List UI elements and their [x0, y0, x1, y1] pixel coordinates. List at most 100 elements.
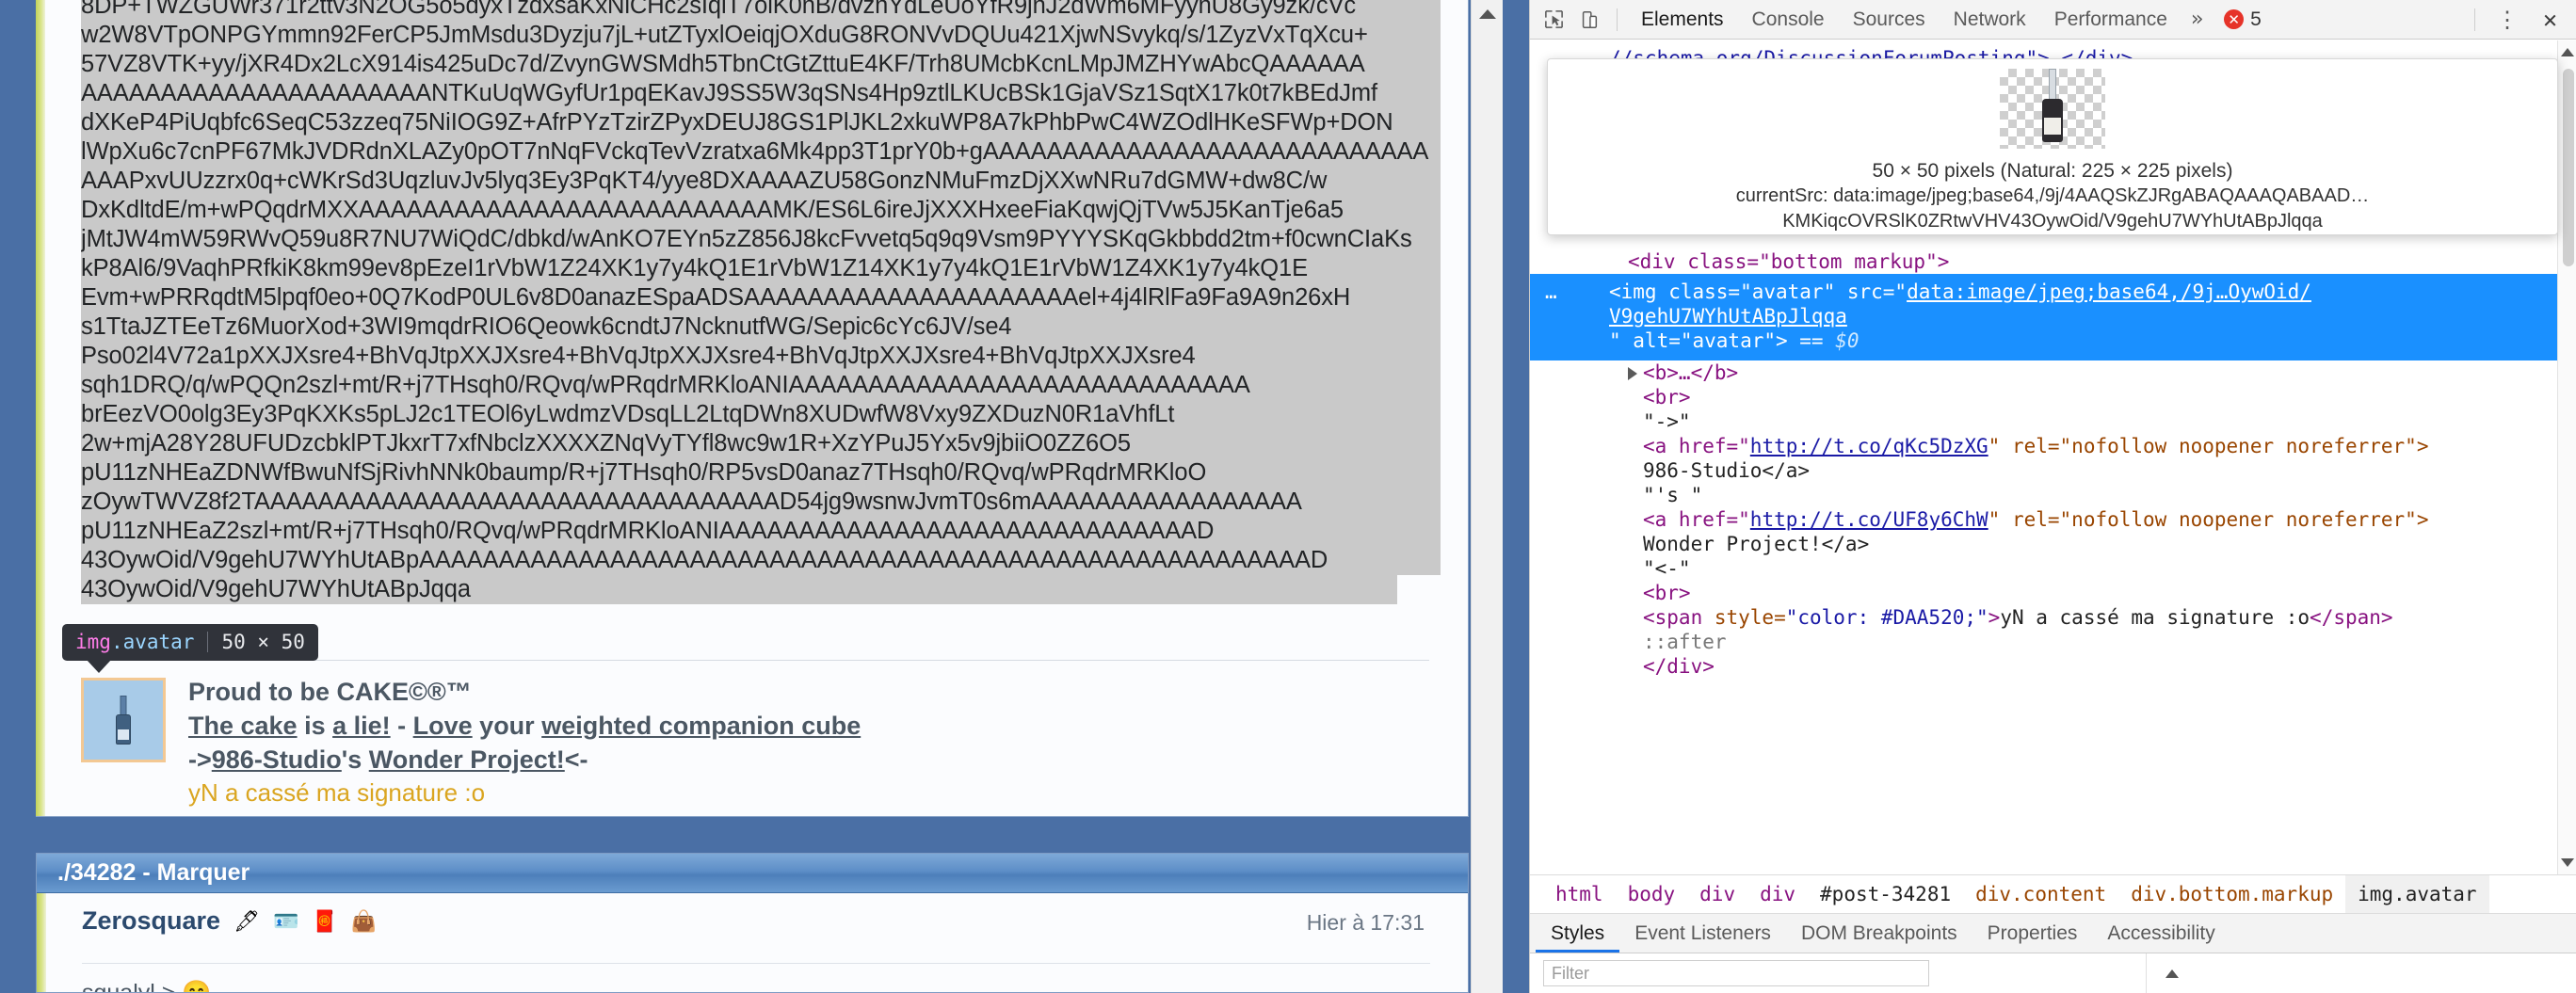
- dom-row[interactable]: <b>…</b>: [1530, 360, 2576, 385]
- signature-link[interactable]: Love: [413, 712, 473, 740]
- more-tabs-icon[interactable]: »: [2182, 8, 2213, 31]
- signature-text: -: [391, 712, 413, 740]
- dom-text: >: [1988, 606, 2001, 629]
- signature-link[interactable]: a lie!: [332, 712, 391, 740]
- image-src-line-1: currentSrc: data:image/jpeg;base64,/9j/4…: [1736, 184, 2370, 209]
- markup-line: DxKdltdE/m+wPQqdrMXXAAAAAAAAAAAAAAAAAAAA…: [81, 196, 1441, 225]
- dom-row[interactable]: "->": [1530, 409, 2576, 434]
- browser-page-viewport: 8DP+TWZGUWr371r2ttv3N2OG5o5dyxTzdxsaKxNl…: [0, 0, 1529, 993]
- markup-line: 8DP+TWZGUWr371r2ttv3N2OG5o5dyxTzdxsaKxNl…: [81, 0, 1441, 21]
- bottle-preview-icon: [2042, 69, 2063, 142]
- breadcrumb-item-div[interactable]: div: [1747, 875, 1808, 913]
- base64-markup-text: 8DP+TWZGUWr371r2ttv3N2OG5o5dyxTzdxsaKxNl…: [81, 0, 1441, 604]
- post-author-row: Zerosquare 🖋 🪪 🧧 👜: [82, 906, 1430, 936]
- dom-row[interactable]: "<-": [1530, 556, 2576, 581]
- dom-row[interactable]: <span style="color: #DAA520;">yN a cassé…: [1530, 605, 2576, 630]
- devtools-sub-tab-list: StylesEvent ListenersDOM BreakpointsProp…: [1530, 914, 2576, 953]
- tab-performance[interactable]: Performance: [2040, 0, 2182, 39]
- markup-line: brEezVO0olg3Ey3PqKXKs5pLJ2c1TEOl6yLwdmzV…: [81, 400, 1441, 429]
- markup-line: 2w+mjA28Y28UFUDzcbklPTJkxrT7xfNbclzXXXXZ…: [81, 429, 1441, 458]
- dom-row[interactable]: ::after: [1530, 630, 2576, 654]
- bag-icon[interactable]: 👜: [351, 911, 377, 932]
- avatar[interactable]: [81, 678, 166, 762]
- tab-network[interactable]: Network: [1940, 0, 2040, 39]
- dom-row[interactable]: "'s ": [1530, 483, 2576, 507]
- image-preview-popover: 50 × 50 pixels (Natural: 225 × 225 pixel…: [1547, 58, 2558, 235]
- profile-card-icon[interactable]: 🪪: [273, 911, 298, 932]
- error-badge[interactable]: ✕ 5: [2224, 8, 2262, 31]
- dom-row[interactable]: <br>: [1530, 385, 2576, 409]
- dom-text: Wonder Project!</a>: [1643, 533, 1869, 555]
- markup-line: lWpXu6c7cnPF67MkJVDRdnXLAZy0pOT7nNqFVckq…: [81, 137, 1441, 167]
- dom-tree-scrollbar[interactable]: [2557, 40, 2576, 874]
- markup-line: 43OywOid/V9gehU7WYhUtABpJqqa: [81, 575, 1397, 604]
- tab-sources[interactable]: Sources: [1839, 0, 1940, 39]
- subtab-styles[interactable]: Styles: [1536, 914, 1619, 953]
- dom-selected-row-img-avatar[interactable]: … <img class="avatar" src="data:image/jp…: [1530, 274, 2576, 360]
- scrollbar-thumb[interactable]: [2563, 69, 2574, 266]
- dom-text: " rel="nofollow noopener noreferrer">: [1988, 435, 2429, 457]
- breadcrumb-item-div-content[interactable]: div.content: [1963, 875, 2118, 913]
- dom-href-link[interactable]: http://t.co/qKc5DzXG: [1750, 435, 1988, 457]
- flame-icon[interactable]: 🧧: [312, 911, 337, 932]
- close-icon[interactable]: ✕: [2530, 6, 2570, 33]
- img-src-link-part2[interactable]: V9gehU7WYhUtABpJlqqa: [1609, 305, 1847, 328]
- styles-scroll-up-icon[interactable]: [2165, 969, 2179, 978]
- dom-text: " rel="nofollow noopener noreferrer">: [1988, 508, 2429, 531]
- subtab-accessibility[interactable]: Accessibility: [2092, 914, 2230, 953]
- breadcrumb-item--post-34281[interactable]: #post-34281: [1808, 875, 1963, 913]
- tab-console[interactable]: Console: [1738, 0, 1839, 39]
- bottle-icon: [116, 696, 131, 745]
- styles-pane-header: Filter: [1530, 953, 2576, 993]
- post-title-bar[interactable]: ./34282 - Marquer: [37, 854, 1468, 893]
- dom-row[interactable]: 986-Studio</a>: [1530, 458, 2576, 483]
- signature-link[interactable]: Wonder Project!: [369, 745, 565, 774]
- dom-line-bottom-markup[interactable]: <div class="bottom markup">: [1530, 249, 2576, 274]
- devtools-toolbar: ElementsConsoleSourcesNetworkPerformance…: [1530, 0, 2576, 40]
- dom-text: </span>: [2310, 606, 2393, 629]
- more-options-icon[interactable]: ⋮: [2485, 7, 2530, 33]
- styles-filter-input[interactable]: Filter: [1543, 960, 1929, 986]
- signature-link[interactable]: weighted companion cube: [541, 712, 861, 740]
- device-toolbar-icon[interactable]: [1571, 4, 1607, 36]
- img-alt-attr: " alt="avatar"> ==: [1609, 329, 1835, 352]
- breadcrumb-item-div[interactable]: div: [1687, 875, 1747, 913]
- subtab-event-listeners[interactable]: Event Listeners: [1619, 914, 1786, 953]
- subtab-dom-breakpoints[interactable]: DOM Breakpoints: [1786, 914, 1972, 953]
- dom-row[interactable]: </div>: [1530, 654, 2576, 679]
- markup-line: dXKeP4PiUqbfc6SeqC53zzeq75NiIOG9Z+AfrPYz…: [81, 108, 1441, 137]
- signature-text: ->: [188, 745, 212, 774]
- badge-class-name: .avatar: [111, 630, 195, 654]
- dom-row[interactable]: <a href="http://t.co/UF8y6ChW" rel="nofo…: [1530, 507, 2576, 532]
- dom-text: </div>: [1643, 655, 1715, 678]
- dom-row[interactable]: <br>: [1530, 581, 2576, 605]
- dom-row[interactable]: Wonder Project!</a>: [1530, 532, 2576, 556]
- breadcrumb-item-img-avatar[interactable]: img.avatar: [2345, 875, 2488, 913]
- scroll-up-icon[interactable]: [1479, 9, 1496, 19]
- breadcrumb-item-html[interactable]: html: [1543, 875, 1616, 913]
- subtab-properties[interactable]: Properties: [1972, 914, 2093, 953]
- img-src-link-part1[interactable]: data:image/jpeg;base64,/9j…OywOid/: [1907, 280, 2311, 303]
- scroll-down-icon[interactable]: [2561, 858, 2574, 867]
- signature-link[interactable]: The cake: [188, 712, 298, 740]
- post-author-name[interactable]: Zerosquare: [82, 906, 220, 936]
- breadcrumb-item-div-bottom-markup[interactable]: div.bottom.markup: [2118, 875, 2345, 913]
- dom-row[interactable]: <a href="http://t.co/qKc5DzXG" rel="nofo…: [1530, 434, 2576, 458]
- page-scrollbar[interactable]: [1471, 0, 1503, 993]
- badge-tag-name: img: [75, 630, 111, 654]
- breadcrumb: htmlbodydivdiv#post-34281div.contentdiv.…: [1530, 874, 2576, 914]
- badge-divider: [207, 632, 208, 652]
- cursor-select-icon[interactable]: [1536, 4, 1571, 36]
- markup-line: pU11zNHEaZ2szl+mt/R+j7THsqh0/RQvq/wPRqdr…: [81, 517, 1441, 546]
- tab-elements[interactable]: Elements: [1627, 0, 1738, 39]
- devtools-panel: ElementsConsoleSourcesNetworkPerformance…: [1529, 0, 2576, 993]
- scroll-up-icon[interactable]: [2561, 48, 2574, 56]
- pen-icon[interactable]: 🖋: [233, 911, 260, 932]
- signature-link[interactable]: 986-Studio: [212, 745, 342, 774]
- dom-href-link[interactable]: http://t.co/UF8y6ChW: [1750, 508, 1988, 531]
- dom-text: "->": [1643, 410, 1691, 433]
- img-open-tag: <img class="avatar" src=": [1609, 280, 1907, 303]
- expand-triangle-icon[interactable]: [1628, 367, 1637, 380]
- error-icon: ✕: [2224, 9, 2244, 29]
- breadcrumb-item-body[interactable]: body: [1616, 875, 1688, 913]
